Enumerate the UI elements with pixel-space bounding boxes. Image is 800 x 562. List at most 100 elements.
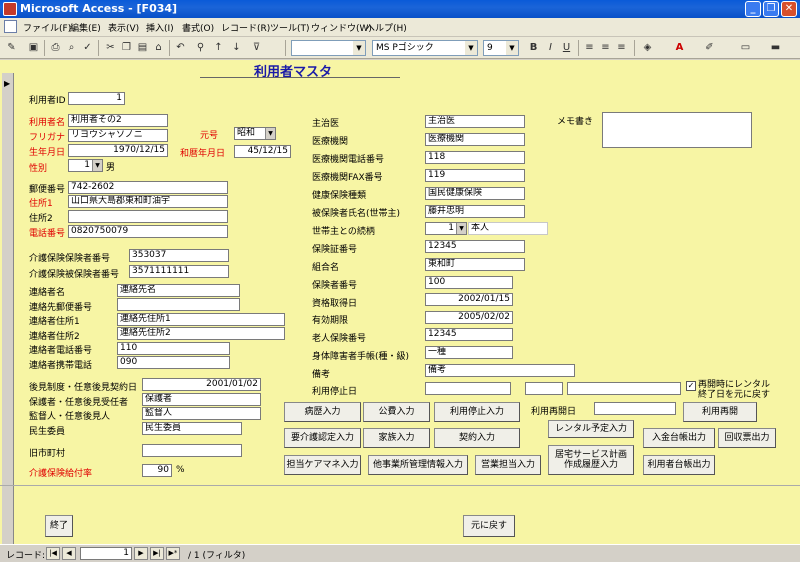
era-dropdown[interactable]: 昭和 ▼ bbox=[234, 127, 276, 140]
print-preview-icon[interactable]: ⌕ bbox=[64, 41, 79, 55]
collection-slip-button[interactable]: 回収票出力 bbox=[718, 428, 776, 448]
menu-file[interactable]: ファイル(F) bbox=[23, 21, 71, 34]
care-manager-button[interactable]: 担当ケアマネ入力 bbox=[284, 455, 361, 475]
line-width-icon[interactable]: ▬ bbox=[768, 41, 783, 55]
fill-color-icon[interactable]: ◈ bbox=[640, 41, 655, 55]
exit-button[interactable]: 終了 bbox=[45, 515, 73, 537]
stop-extra-field-2[interactable] bbox=[567, 382, 681, 395]
elder-insurance-field[interactable]: 12345 bbox=[425, 328, 513, 341]
insurer-field[interactable]: 100 bbox=[425, 276, 513, 289]
border-icon[interactable]: ▭ bbox=[738, 41, 753, 55]
line-color-icon[interactable]: ✐ bbox=[702, 41, 717, 55]
hospital-field[interactable]: 医療機関 bbox=[425, 133, 525, 146]
stop-extra-field-1[interactable] bbox=[525, 382, 563, 395]
print-icon[interactable]: ⎙ bbox=[48, 41, 63, 55]
kana-field[interactable]: リヨウシャソノニ bbox=[68, 129, 168, 142]
contract-input-button[interactable]: 契約入力 bbox=[434, 428, 520, 448]
font-color-icon[interactable]: A bbox=[672, 41, 687, 55]
undo-icon[interactable]: ↶ bbox=[173, 41, 188, 55]
contact-address2-field[interactable]: 連絡先住所2 bbox=[117, 327, 285, 340]
contact-mobile-field[interactable]: 090 bbox=[117, 356, 230, 369]
disability-field[interactable]: 一種 bbox=[425, 346, 513, 359]
design-view-icon[interactable]: ✎ bbox=[4, 41, 19, 55]
care-certification-button[interactable]: 要介護認定入力 bbox=[284, 428, 361, 448]
birth-date-field[interactable]: 1970/12/15 bbox=[68, 144, 168, 157]
resume-date-field[interactable] bbox=[594, 402, 676, 415]
object-combo[interactable]: ▼ bbox=[291, 40, 366, 56]
filter-icon[interactable]: ⊽ bbox=[249, 41, 264, 55]
stop-date-field[interactable] bbox=[425, 382, 511, 395]
record-number-field[interactable]: 1 bbox=[80, 547, 132, 560]
welfare-commissioner-field[interactable]: 民生委員 bbox=[142, 422, 242, 435]
hospital-phone-field[interactable]: 118 bbox=[425, 151, 525, 164]
hospital-fax-field[interactable]: 119 bbox=[425, 169, 525, 182]
sex-dropdown[interactable]: 1 ▼ bbox=[68, 159, 103, 172]
stop-use-button[interactable]: 利用停止入力 bbox=[434, 402, 520, 422]
guardian-date-field[interactable]: 2001/01/02 bbox=[142, 378, 261, 391]
font-size-combo[interactable]: 9 ▼ bbox=[483, 40, 519, 56]
maximize-button[interactable]: ❐ bbox=[763, 1, 779, 17]
expiry-field[interactable]: 2005/02/02 bbox=[425, 311, 513, 324]
medical-history-button[interactable]: 病歴入力 bbox=[284, 402, 361, 422]
other-office-button[interactable]: 他事業所管理情報入力 bbox=[368, 455, 468, 475]
user-id-field[interactable]: 1 bbox=[68, 92, 125, 105]
save-icon[interactable]: ▣ bbox=[26, 41, 41, 55]
menu-records[interactable]: レコード(R) bbox=[221, 21, 270, 34]
doctor-field[interactable]: 主治医 bbox=[425, 115, 525, 128]
paste-icon[interactable]: ▤ bbox=[135, 41, 150, 55]
service-plan-history-button[interactable]: 居宅サービス計画作成履歴入力 bbox=[548, 445, 634, 475]
cut-icon[interactable]: ✂ bbox=[103, 41, 118, 55]
menu-format[interactable]: 書式(O) bbox=[182, 21, 214, 34]
last-record-button[interactable]: ▶| bbox=[150, 547, 164, 560]
user-name-field[interactable]: 利用者その2 bbox=[68, 114, 168, 127]
rental-schedule-button[interactable]: レンタル予定入力 bbox=[548, 420, 634, 438]
prev-record-button[interactable]: ◀ bbox=[62, 547, 76, 560]
menu-insert[interactable]: 挿入(I) bbox=[146, 21, 174, 34]
deposit-ledger-button[interactable]: 入金台帳出力 bbox=[643, 428, 715, 448]
spellcheck-icon[interactable]: ✓ bbox=[80, 41, 95, 55]
contact-zip-field[interactable] bbox=[117, 298, 240, 311]
address1-field[interactable]: 山口県大島郡東和町油宇 bbox=[68, 195, 228, 208]
contact-address1-field[interactable]: 連絡先住所1 bbox=[117, 313, 285, 326]
align-right-icon[interactable]: ≡ bbox=[614, 41, 629, 55]
italic-button[interactable]: I bbox=[543, 41, 558, 55]
menu-window[interactable]: ウィンドウ(W) bbox=[311, 21, 372, 34]
contact-name-field[interactable]: 連絡先名 bbox=[117, 284, 240, 297]
first-record-button[interactable]: |◀ bbox=[46, 547, 60, 560]
public-expense-button[interactable]: 公費入力 bbox=[363, 402, 430, 422]
health-insurance-field[interactable]: 国民健康保険 bbox=[425, 187, 525, 200]
menu-view[interactable]: 表示(V) bbox=[108, 21, 139, 34]
restore-rental-checkbox[interactable]: ✓ bbox=[686, 381, 696, 391]
relation-dropdown[interactable]: 1 ▼ bbox=[425, 222, 467, 235]
user-ledger-button[interactable]: 利用者台帳出力 bbox=[643, 455, 715, 475]
insurer-number-field[interactable]: 353037 bbox=[129, 249, 229, 262]
zip-field[interactable]: 742-2602 bbox=[68, 181, 228, 194]
benefit-rate-field[interactable]: 90 bbox=[142, 464, 172, 477]
revert-button[interactable]: 元に戻す bbox=[463, 515, 515, 537]
card-number-field[interactable]: 12345 bbox=[425, 240, 525, 253]
resume-use-button[interactable]: 利用再開 bbox=[683, 402, 757, 422]
family-input-button[interactable]: 家族入力 bbox=[363, 428, 430, 448]
sort-descending-icon[interactable]: ↓ bbox=[229, 41, 244, 55]
close-button[interactable]: ✕ bbox=[781, 1, 797, 17]
address2-field[interactable] bbox=[68, 210, 228, 223]
menu-help[interactable]: ヘルプ(H) bbox=[366, 21, 407, 34]
form-icon[interactable] bbox=[4, 20, 17, 33]
record-selector[interactable]: ▶ bbox=[2, 73, 14, 544]
jp-birth-field[interactable]: 45/12/15 bbox=[234, 145, 291, 158]
householder-field[interactable]: 藤井忠明 bbox=[425, 205, 525, 218]
menu-tools[interactable]: ツール(T) bbox=[270, 21, 310, 34]
minimize-button[interactable]: _ bbox=[745, 1, 761, 17]
bold-button[interactable]: B bbox=[526, 41, 541, 55]
font-combo[interactable]: MS Pゴシック ▼ bbox=[372, 40, 478, 56]
align-left-icon[interactable]: ≡ bbox=[582, 41, 597, 55]
acquisition-date-field[interactable]: 2002/01/15 bbox=[425, 293, 513, 306]
sort-ascending-icon[interactable]: ↑ bbox=[211, 41, 226, 55]
new-record-button[interactable]: ▶* bbox=[166, 547, 180, 560]
next-record-button[interactable]: ▶ bbox=[134, 547, 148, 560]
guardian-field[interactable]: 保護者 bbox=[142, 393, 261, 406]
align-center-icon[interactable]: ≡ bbox=[598, 41, 613, 55]
copy-icon[interactable]: ❐ bbox=[119, 41, 134, 55]
contact-phone-field[interactable]: 110 bbox=[117, 342, 230, 355]
format-painter-icon[interactable]: ⌂ bbox=[151, 41, 166, 55]
